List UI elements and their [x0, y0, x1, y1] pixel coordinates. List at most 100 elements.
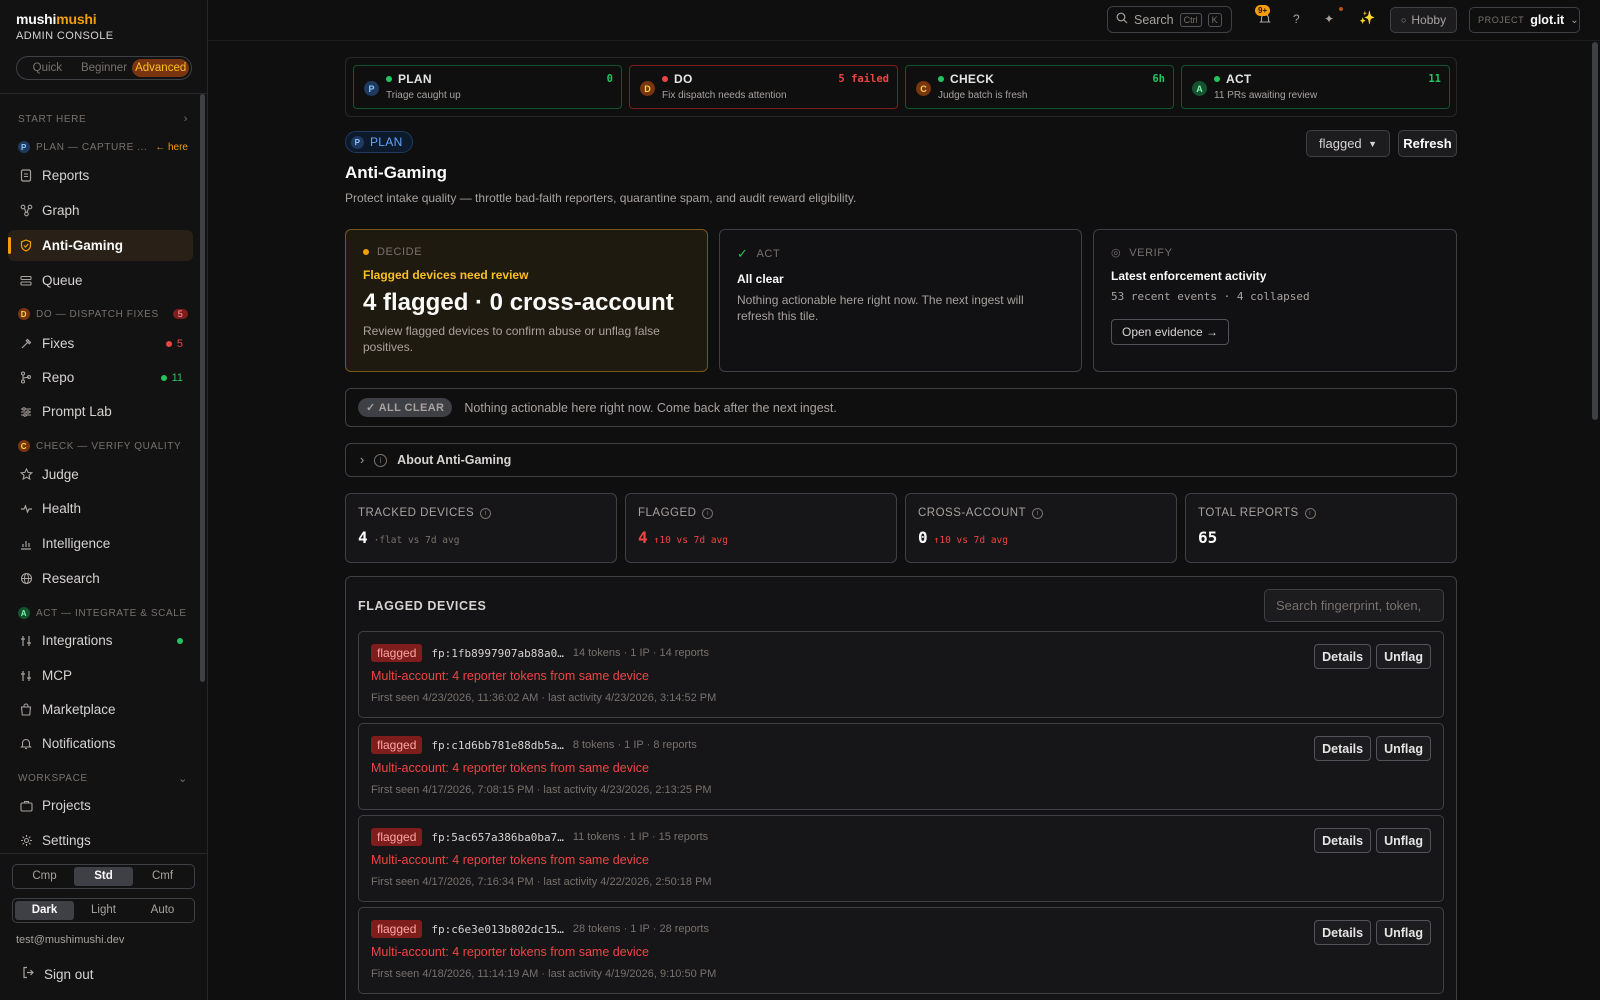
shortcut-ctrl: Ctrl: [1179, 12, 1202, 27]
metric-flagged: FLAGGED i 4 ↑10 vs 7d avg: [625, 493, 897, 563]
page-title: Anti-Gaming: [345, 163, 447, 182]
sparkle-icon[interactable]: ✦: [1324, 12, 1334, 26]
flag-reason: Multi-account: 4 reporter tokens from sa…: [371, 945, 649, 959]
sidebar-item-health[interactable]: Health: [8, 493, 193, 524]
project-name: glot.it: [1530, 13, 1565, 27]
unflag-button[interactable]: Unflag: [1376, 920, 1431, 945]
do-count-badge: 5: [172, 309, 188, 319]
sidebar-item-prompt-lab[interactable]: Prompt Lab: [8, 396, 193, 427]
tile-subtext: 53 recent events · 4 collapsed: [1111, 290, 1310, 303]
tile-heading: All clear: [737, 272, 784, 286]
repo-count: 11: [160, 372, 183, 384]
sidebar-item-intelligence[interactable]: Intelligence: [8, 528, 193, 559]
plan-badge-button[interactable]: ○ Hobby: [1390, 7, 1457, 33]
density-standard[interactable]: Std: [74, 867, 133, 886]
unflag-button[interactable]: Unflag: [1376, 644, 1431, 669]
about-disclosure[interactable]: › i About Anti-Gaming: [345, 443, 1457, 477]
sidebar-item-settings[interactable]: Settings: [8, 825, 193, 856]
sidebar-item-mcp[interactable]: MCP: [8, 660, 193, 691]
device-search-input[interactable]: Search fingerprint, token,: [1264, 589, 1444, 622]
sidebar-item-reports[interactable]: Reports: [8, 160, 193, 191]
shortcut-k: K: [1207, 12, 1222, 27]
device-meta: 8 tokens · 1 IP · 8 reports: [572, 739, 697, 751]
chevron-down-icon: ▼: [1368, 138, 1377, 149]
sidebar-item-repo[interactable]: Repo 11: [8, 362, 193, 393]
gear-icon: [19, 834, 33, 848]
theme-toggle: Dark Light Auto: [12, 898, 195, 923]
sidebar-item-fixes[interactable]: Fixes 5: [8, 328, 193, 359]
info-icon[interactable]: i: [480, 507, 492, 519]
details-button[interactable]: Details: [1314, 920, 1372, 945]
sidebar-item-notifications[interactable]: Notifications: [8, 728, 193, 759]
magic-icon[interactable]: ✨: [1359, 10, 1375, 26]
pdca-plan-card[interactable]: P PLAN Triage caught up 0: [353, 65, 622, 109]
sidebar-item-judge[interactable]: Judge: [8, 459, 193, 490]
plan-letter-icon: P: [18, 141, 30, 153]
act-tile: ✓ ACT All clear Nothing actionable here r…: [719, 229, 1082, 372]
briefcase-icon: [19, 799, 33, 813]
device-row: flagged fp:c1d6bb781e88db5a… 8 tokens · …: [358, 723, 1444, 810]
tile-body: Nothing actionable here right now. The n…: [737, 293, 1024, 323]
pdca-check-card[interactable]: C CHECK Judge batch is fresh 6h: [905, 65, 1174, 109]
sign-out-button[interactable]: Sign out: [22, 966, 94, 982]
pdca-stat: 11: [1428, 73, 1441, 85]
verify-tile: ◎ VERIFY Latest enforcement activity 53 r…: [1093, 229, 1457, 372]
divider: [0, 853, 207, 854]
global-search-button[interactable]: Search Ctrl K: [1107, 6, 1232, 33]
pdca-do-card[interactable]: D DO Fix dispatch needs attention 5 fail…: [629, 65, 898, 109]
device-timestamps: First seen 4/17/2026, 7:16:34 PM · last …: [371, 876, 712, 888]
theme-light[interactable]: Light: [74, 901, 133, 920]
flag-reason: Multi-account: 4 reporter tokens from sa…: [371, 761, 649, 775]
status-dot: [662, 76, 668, 82]
status-filter-select[interactable]: flagged ▼: [1306, 130, 1390, 157]
act-letter-icon: A: [1192, 81, 1207, 96]
metric-tracked-devices: TRACKED DEVICES i 4 ·flat vs 7d avg: [345, 493, 617, 563]
sidebar-item-queue[interactable]: Queue: [8, 265, 193, 296]
section-workspace[interactable]: WORKSPACE ⌄: [18, 772, 188, 785]
sidebar-item-projects[interactable]: Projects: [8, 790, 193, 821]
details-button[interactable]: Details: [1314, 736, 1372, 761]
pdca-act-card[interactable]: A ACT 11 PRs awaiting review 11: [1181, 65, 1450, 109]
all-clear-message: Nothing actionable here right now. Come …: [464, 400, 837, 415]
metric-total-reports: TOTAL REPORTS i 65: [1185, 493, 1457, 563]
sidebar-scrollbar[interactable]: [200, 94, 205, 682]
pdca-stat: 6h: [1152, 73, 1165, 85]
info-icon[interactable]: i: [1304, 507, 1316, 519]
tile-body: Review flagged devices to confirm abuse …: [363, 324, 660, 354]
plan-stage-pill: P PLAN: [345, 131, 413, 153]
status-badge: flagged: [371, 644, 423, 662]
mode-beginner[interactable]: Beginner: [76, 59, 133, 77]
open-evidence-button[interactable]: Open evidence →: [1111, 319, 1230, 345]
info-icon[interactable]: i: [702, 507, 714, 519]
flagged-devices-title: FLAGGED DEVICES: [358, 599, 487, 613]
brand[interactable]: mushimushi ADMIN CONSOLE: [16, 11, 114, 42]
main-scrollbar[interactable]: [1592, 42, 1598, 420]
sidebar-item-integrations[interactable]: Integrations: [8, 625, 193, 656]
refresh-button[interactable]: Refresh: [1398, 130, 1457, 157]
git-branch-icon: [19, 371, 33, 385]
device-meta: 28 tokens · 1 IP · 28 reports: [572, 923, 709, 935]
help-icon[interactable]: ?: [1293, 12, 1300, 26]
unflag-button[interactable]: Unflag: [1376, 828, 1431, 853]
unflag-button[interactable]: Unflag: [1376, 736, 1431, 761]
theme-dark[interactable]: Dark: [15, 901, 74, 920]
check-letter-icon: C: [916, 81, 931, 96]
topbar: Search Ctrl K 9+ ? ✦ ✨ ○ Hobby PROJECT g…: [208, 0, 1600, 41]
sidebar-item-marketplace[interactable]: Marketplace: [8, 694, 193, 725]
check-icon: ✓: [737, 246, 749, 261]
pdca-stat: 0: [606, 73, 613, 85]
density-comfortable[interactable]: Cmf: [133, 867, 192, 886]
info-icon[interactable]: i: [1032, 507, 1044, 519]
density-compact[interactable]: Cmp: [15, 867, 74, 886]
device-fingerprint: fp:1fb8997907ab88a0…: [431, 646, 564, 660]
sidebar-item-anti-gaming[interactable]: Anti-Gaming: [8, 230, 193, 261]
mode-quick[interactable]: Quick: [19, 59, 76, 77]
sidebar-item-research[interactable]: Research: [8, 563, 193, 594]
theme-auto[interactable]: Auto: [133, 901, 192, 920]
project-switcher[interactable]: PROJECT glot.it ⌄: [1469, 7, 1580, 33]
section-start-here[interactable]: START HERE ›: [18, 113, 188, 125]
mode-advanced[interactable]: Advanced: [132, 59, 190, 77]
details-button[interactable]: Details: [1314, 828, 1372, 853]
sidebar-item-graph[interactable]: Graph: [8, 195, 193, 226]
details-button[interactable]: Details: [1314, 644, 1372, 669]
